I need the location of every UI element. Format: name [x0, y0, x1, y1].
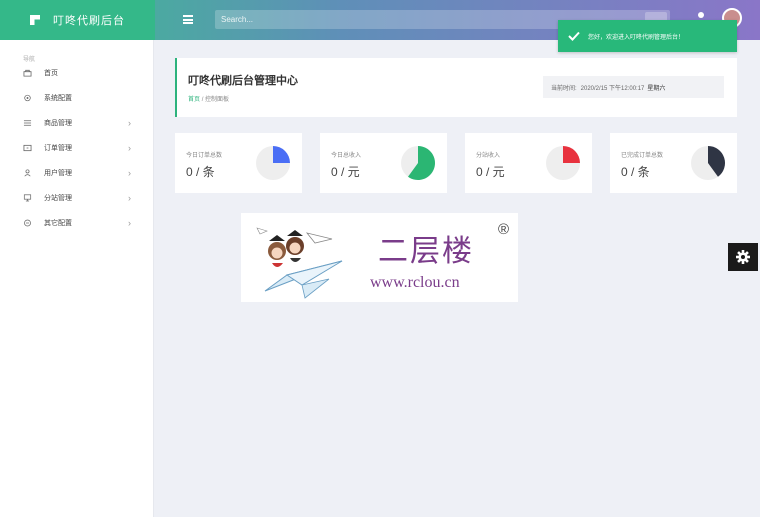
chevron-right-icon: › — [128, 192, 131, 203]
sidebar-item-label: 首页 — [44, 69, 58, 77]
stat-value: 0 / 元 — [331, 165, 360, 179]
stat-label: 今日订单总数 — [186, 153, 223, 159]
app-name: 叮咚代刷后台 — [53, 15, 125, 27]
paper-plane-illustration — [256, 227, 343, 299]
breadcrumb-current: 控制面板 — [205, 97, 230, 103]
sidebar-item-users[interactable]: 用户管理 › — [0, 160, 153, 185]
notification-toast: 您好，欢迎进入叮咚代刷管理后台！ — [558, 20, 737, 52]
stat-card-completed-orders: 已完成订单总数 0 / 条 — [610, 133, 737, 193]
sidebar-item-label: 用户管理 — [44, 169, 72, 177]
time-value: 2020/2/15 下午12:00:17 — [580, 85, 645, 92]
promo-title: 二层楼 — [378, 234, 474, 269]
gear-icon — [736, 250, 750, 264]
breadcrumb: 首页 / 控制面板 — [188, 94, 229, 103]
sidebar-item-label: 分站管理 — [44, 194, 72, 202]
sidebar-item-home[interactable]: 首页 — [0, 60, 153, 85]
chevron-right-icon: › — [128, 142, 131, 153]
stat-label: 分站收入 — [476, 153, 501, 159]
promo-url[interactable]: www.rclou.cn — [370, 274, 460, 292]
sidebar-item-other[interactable]: 其它配置 › — [0, 210, 153, 235]
stat-card-today-income: 今日总收入 0 / 元 — [320, 133, 447, 193]
sidebar-item-label: 订单管理 — [44, 144, 72, 152]
stat-pie-chart — [691, 146, 725, 180]
stat-value: 0 / 元 — [476, 165, 505, 179]
breadcrumb-separator: / — [201, 97, 204, 103]
sidebar-item-orders[interactable]: 订单管理 › — [0, 135, 153, 160]
sidebar-item-settings[interactable]: 系统配置 — [0, 85, 153, 110]
sidebar-item-label: 其它配置 — [44, 219, 72, 227]
toast-message: 您好，欢迎进入叮咚代刷管理后台！ — [588, 34, 685, 41]
weekday: 星期六 — [647, 85, 666, 92]
chevron-right-icon: › — [128, 217, 131, 228]
user-icon[interactable] — [698, 12, 704, 18]
settings-icon — [24, 94, 31, 101]
menu-toggle-icon[interactable] — [183, 15, 193, 24]
logo-icon — [30, 15, 40, 25]
breadcrumb-home[interactable]: 首页 — [188, 97, 200, 103]
stat-pie-chart — [256, 146, 290, 180]
stat-pie-chart — [546, 146, 580, 180]
sidebar-item-products[interactable]: 商品管理 › — [0, 110, 153, 135]
list-icon — [23, 119, 32, 126]
current-time: 当前时间: 2020/2/15 下午12:00:17 星期六 — [543, 76, 724, 98]
stat-label: 今日总收入 — [331, 153, 362, 159]
stat-card-substation-income: 分站收入 0 / 元 — [465, 133, 592, 193]
sidebar: 导航 首页 系统配置 商品管理 › 订单管理 › 用户管理 › 分站管理 › 其… — [0, 40, 154, 517]
settings-toggle-button[interactable] — [728, 243, 758, 271]
time-label: 当前时间: — [551, 85, 577, 92]
monitor-icon — [23, 144, 32, 151]
stat-card-today-orders: 今日订单总数 0 / 条 — [175, 133, 302, 193]
home-icon — [23, 69, 32, 77]
page-title: 叮咚代刷后台管理中心 — [188, 75, 298, 87]
sidebar-header: 导航 — [23, 57, 36, 63]
page-header: 叮咚代刷后台管理中心 首页 / 控制面板 当前时间: 2020/2/15 下午1… — [175, 58, 737, 117]
stat-pie-chart — [401, 146, 435, 180]
chevron-right-icon: › — [128, 117, 131, 128]
accent-bar — [175, 58, 177, 117]
stat-value: 0 / 条 — [621, 165, 650, 179]
sidebar-item-label: 系统配置 — [44, 94, 72, 102]
chevron-right-icon: › — [128, 167, 131, 178]
sidebar-item-substations[interactable]: 分站管理 › — [0, 185, 153, 210]
checkmark-icon — [568, 31, 580, 41]
user-icon — [24, 168, 31, 176]
brand[interactable]: 叮咚代刷后台 — [0, 0, 155, 40]
chat-icon — [24, 219, 31, 226]
sidebar-item-label: 商品管理 — [44, 119, 72, 127]
registered-mark: ® — [498, 221, 510, 238]
stat-label: 已完成订单总数 — [621, 153, 664, 159]
stat-value: 0 / 条 — [186, 165, 215, 179]
pie-slice — [273, 146, 290, 163]
display-icon — [23, 193, 32, 201]
pie-slice — [563, 146, 580, 163]
